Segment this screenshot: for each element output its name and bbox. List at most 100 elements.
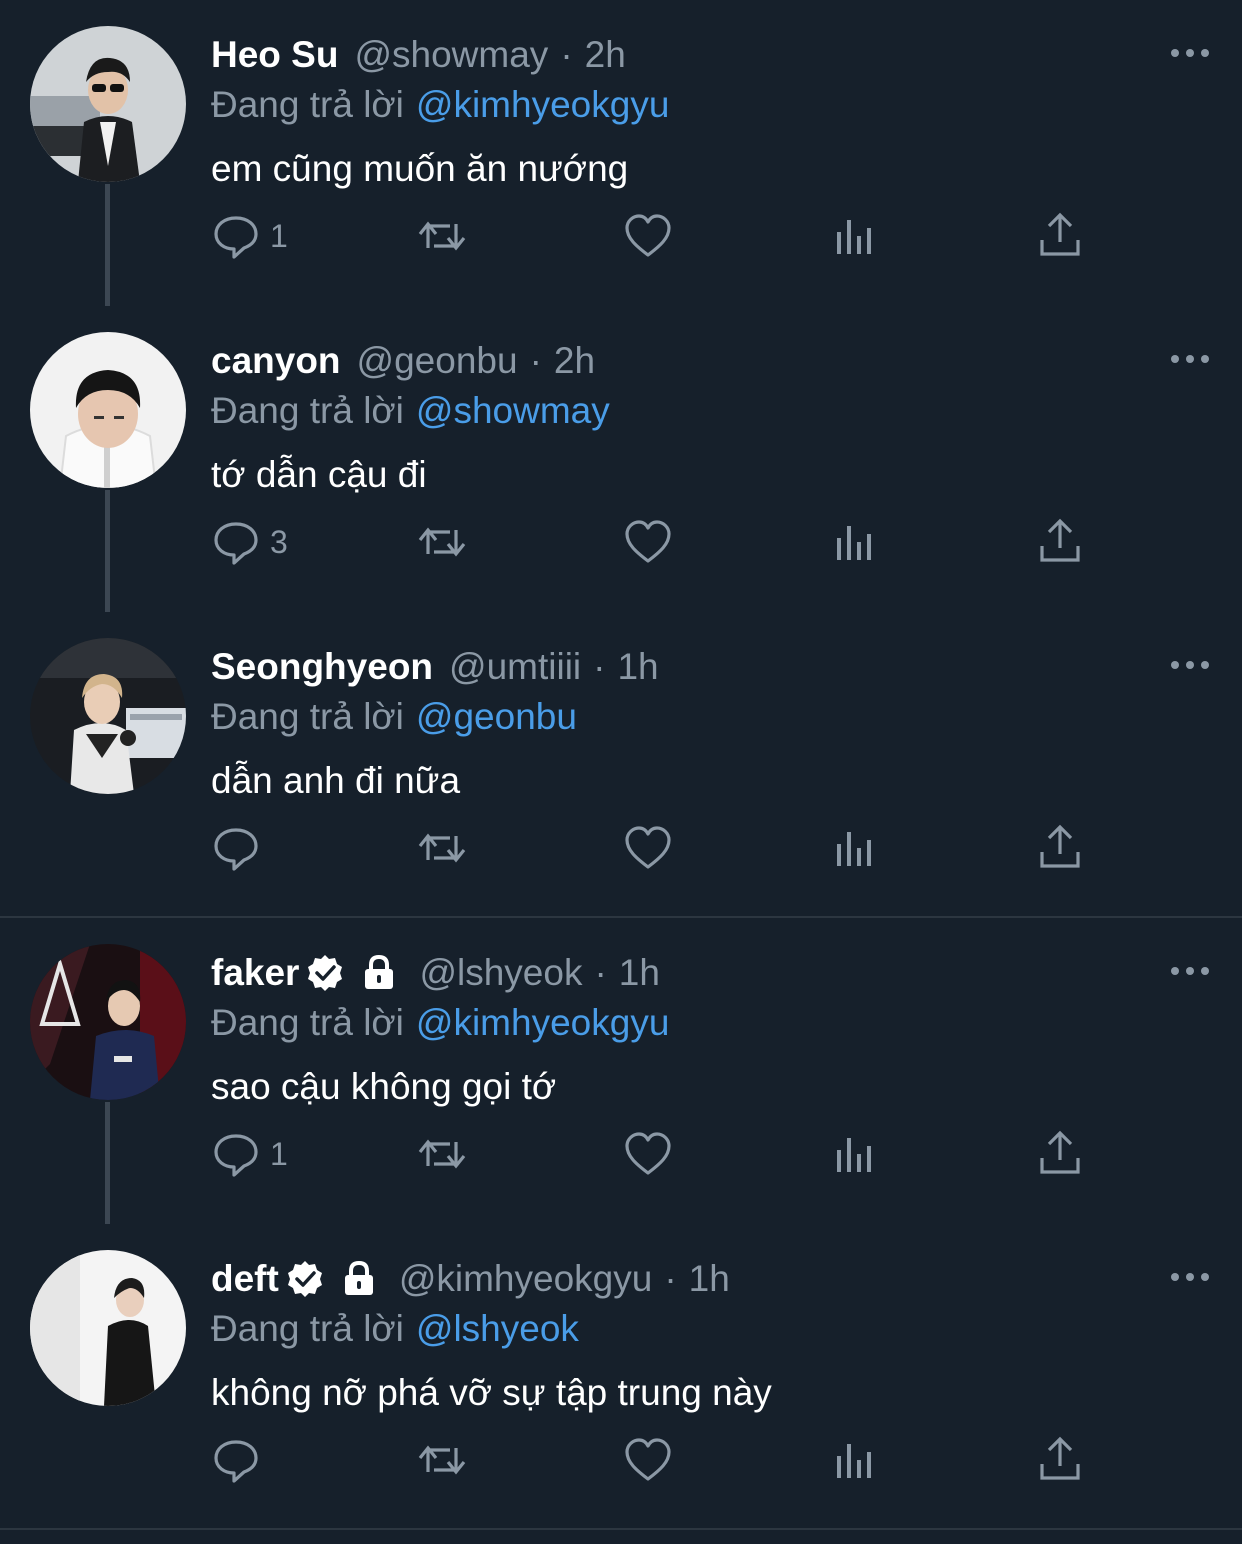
more-icon bbox=[1171, 355, 1209, 363]
avatar-photo bbox=[30, 944, 186, 1100]
more-button[interactable] bbox=[1168, 650, 1212, 680]
reply-button[interactable] bbox=[210, 818, 270, 878]
avatar-photo bbox=[30, 638, 186, 794]
avatar-photo bbox=[30, 332, 186, 488]
more-button[interactable] bbox=[1168, 344, 1212, 374]
share-button[interactable] bbox=[1034, 512, 1086, 572]
avatar-deft[interactable] bbox=[30, 1250, 186, 1406]
reply-to-handle[interactable]: @showmay bbox=[416, 390, 610, 431]
retweet-button[interactable] bbox=[416, 206, 468, 266]
avatar-faker[interactable] bbox=[30, 944, 186, 1100]
display-name[interactable]: deft bbox=[211, 1258, 279, 1300]
tweet[interactable]: deft @kimhyeokgyu · 1h Đang trả lời @lshy… bbox=[0, 1224, 1242, 1530]
conversation-feed: Heo Su @showmay · 2h Đang trả lời @kimhye… bbox=[0, 0, 1242, 1544]
display-name[interactable]: Heo Su bbox=[211, 34, 338, 76]
avatar-heo-su[interactable] bbox=[30, 26, 186, 182]
reply-to-handle[interactable]: @lshyeok bbox=[416, 1308, 579, 1349]
reply-button[interactable]: 3 bbox=[210, 512, 288, 572]
timestamp[interactable]: 1h bbox=[617, 646, 658, 688]
like-button[interactable] bbox=[622, 818, 674, 878]
retweet-icon bbox=[418, 221, 466, 251]
tweet[interactable]: faker @lshyeok · 1h Đang trả lời @kimhyeo… bbox=[0, 918, 1242, 1224]
tweet[interactable]: canyon @geonbu · 2h Đang trả lời @showmay… bbox=[0, 306, 1242, 612]
share-button[interactable] bbox=[1034, 818, 1086, 878]
stats-button[interactable] bbox=[828, 1124, 880, 1184]
share-icon bbox=[1040, 1130, 1080, 1174]
user-handle[interactable]: @kimhyeokgyu bbox=[399, 1258, 653, 1300]
heart-icon bbox=[625, 826, 671, 869]
reply-prefix: Đang trả lời bbox=[211, 1002, 404, 1043]
stats-icon bbox=[837, 1444, 871, 1478]
share-button[interactable] bbox=[1034, 1430, 1086, 1490]
separator: · bbox=[529, 340, 542, 381]
like-button[interactable] bbox=[622, 1430, 674, 1490]
reply-button[interactable] bbox=[210, 1430, 270, 1490]
timestamp[interactable]: 2h bbox=[585, 34, 626, 76]
retweet-icon bbox=[418, 833, 466, 863]
lock-icon bbox=[365, 954, 394, 989]
user-handle[interactable]: @geonbu bbox=[357, 340, 518, 382]
retweet-button[interactable] bbox=[416, 1124, 468, 1184]
reply-to-handle[interactable]: @kimhyeokgyu bbox=[416, 84, 670, 125]
lock-icon bbox=[344, 1260, 373, 1295]
verified-badge-icon bbox=[308, 955, 343, 991]
retweet-button[interactable] bbox=[416, 512, 468, 572]
reply-prefix: Đang trả lời bbox=[211, 84, 404, 125]
avatar-seonghyeon[interactable] bbox=[30, 638, 186, 794]
reply-button[interactable]: 1 bbox=[210, 1124, 288, 1184]
display-name[interactable]: Seonghyeon bbox=[211, 646, 433, 688]
reply-prefix: Đang trả lời bbox=[211, 390, 404, 431]
display-name[interactable]: canyon bbox=[211, 340, 341, 382]
tweet-text: dẫn anh đi nữa bbox=[211, 760, 461, 801]
like-button[interactable] bbox=[622, 206, 674, 266]
display-name[interactable]: faker bbox=[211, 952, 299, 994]
action-bar: 1 bbox=[0, 206, 1242, 266]
avatar-canyon[interactable] bbox=[30, 332, 186, 488]
thread-divider bbox=[0, 1528, 1242, 1530]
timestamp[interactable]: 1h bbox=[689, 1258, 730, 1300]
stats-button[interactable] bbox=[828, 818, 880, 878]
more-button[interactable] bbox=[1168, 1262, 1212, 1292]
more-button[interactable] bbox=[1168, 38, 1212, 68]
stats-button[interactable] bbox=[828, 206, 880, 266]
user-handle[interactable]: @umtiiii bbox=[449, 646, 581, 688]
reply-icon bbox=[214, 1440, 258, 1483]
like-button[interactable] bbox=[622, 512, 674, 572]
timestamp[interactable]: 1h bbox=[619, 952, 660, 994]
tweet[interactable]: Seonghyeon @umtiiii · 1h Đang trả lời @ge… bbox=[0, 612, 1242, 918]
more-icon bbox=[1171, 967, 1209, 975]
reply-icon bbox=[214, 216, 258, 259]
verified-badge bbox=[285, 1259, 325, 1299]
retweet-icon bbox=[418, 1139, 466, 1169]
stats-icon bbox=[837, 526, 871, 560]
share-button[interactable] bbox=[1034, 1124, 1086, 1184]
stats-button[interactable] bbox=[828, 1430, 880, 1490]
share-icon bbox=[1040, 212, 1080, 256]
reply-icon bbox=[214, 1134, 258, 1177]
action-bar bbox=[0, 1430, 1242, 1490]
tweet-header: deft @kimhyeokgyu · 1h bbox=[211, 1256, 730, 1302]
reply-button[interactable]: 1 bbox=[210, 206, 288, 266]
retweet-button[interactable] bbox=[416, 818, 468, 878]
share-button[interactable] bbox=[1034, 206, 1086, 266]
like-button[interactable] bbox=[622, 1124, 674, 1184]
more-button[interactable] bbox=[1168, 956, 1212, 986]
heart-icon bbox=[625, 1132, 671, 1175]
reply-prefix: Đang trả lời bbox=[211, 696, 404, 737]
timestamp[interactable]: 2h bbox=[554, 340, 595, 382]
separator: · bbox=[594, 952, 607, 993]
reply-icon bbox=[214, 828, 258, 871]
reply-count: 1 bbox=[270, 217, 288, 254]
reply-to-handle[interactable]: @geonbu bbox=[416, 696, 577, 737]
tweet[interactable]: Heo Su @showmay · 2h Đang trả lời @kimhye… bbox=[0, 0, 1242, 306]
user-handle[interactable]: @showmay bbox=[354, 34, 548, 76]
more-icon bbox=[1171, 661, 1209, 669]
avatar-photo bbox=[30, 1250, 186, 1406]
stats-button[interactable] bbox=[828, 512, 880, 572]
user-handle[interactable]: @lshyeok bbox=[419, 952, 582, 994]
retweet-icon bbox=[418, 527, 466, 557]
reply-to-handle[interactable]: @kimhyeokgyu bbox=[416, 1002, 670, 1043]
retweet-button[interactable] bbox=[416, 1430, 468, 1490]
reply-count: 3 bbox=[270, 523, 288, 560]
separator: · bbox=[664, 1258, 677, 1299]
